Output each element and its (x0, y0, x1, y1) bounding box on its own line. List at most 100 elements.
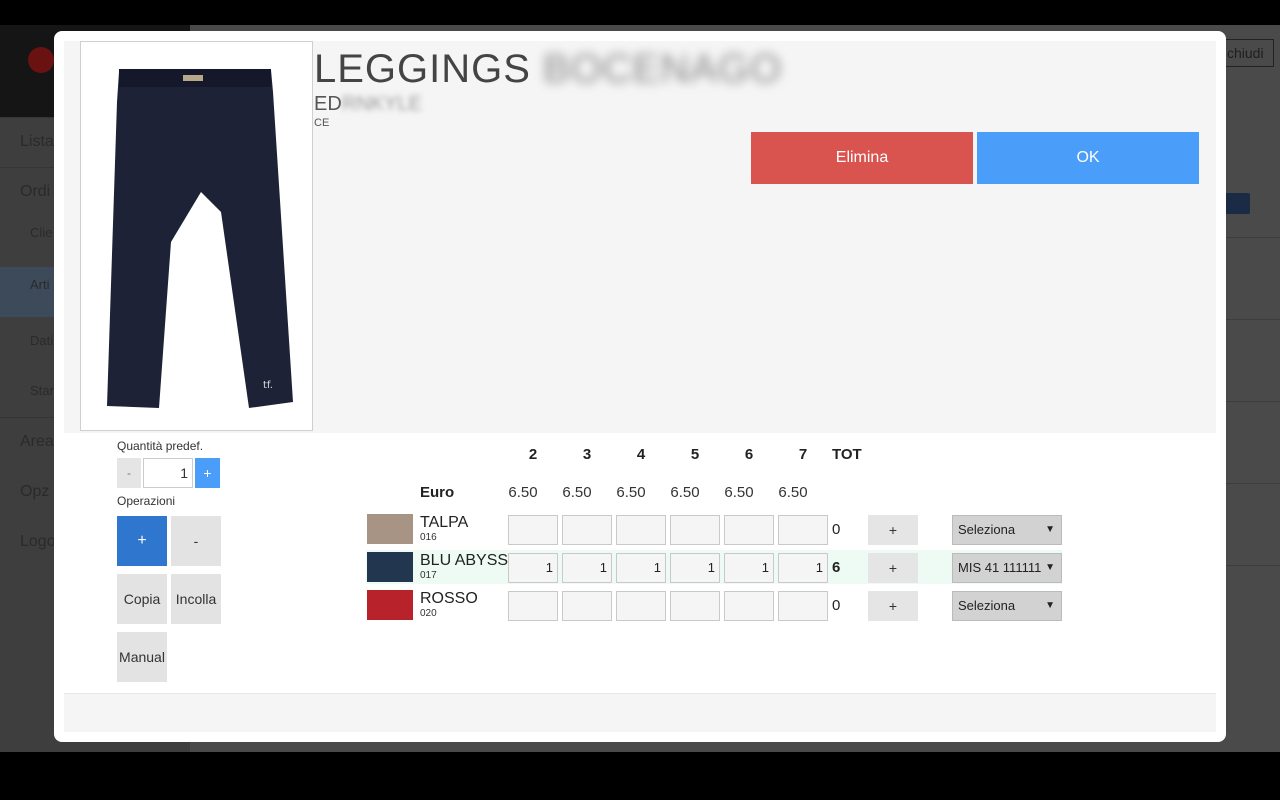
bg-close-button: chiudi (1222, 39, 1274, 67)
price-size-3: 6.50 (562, 484, 592, 501)
row-select-value: Seleziona (958, 598, 1016, 613)
qty-increment-button[interactable]: + (195, 458, 220, 488)
bg-row-divider (1222, 401, 1280, 402)
row-add-button[interactable]: + (868, 591, 918, 621)
bg-row-divider (1222, 319, 1280, 320)
bg-row-divider (1222, 565, 1280, 566)
row-add-button[interactable]: + (868, 553, 918, 583)
product-subtitle-blurred: RNKYLE (341, 93, 422, 115)
bg-sub-clienti: Clie (30, 225, 53, 240)
row-select[interactable]: Seleziona ▼ (952, 591, 1062, 621)
op-subtract-button[interactable]: - (171, 516, 221, 566)
size-header-5: 5 (690, 446, 700, 463)
logo-icon (28, 47, 54, 73)
delete-button[interactable]: Elimina (751, 132, 973, 184)
qty-cell[interactable]: 1 (562, 553, 612, 583)
size-header-7: 7 (798, 446, 808, 463)
bg-menu-logout: Logo (20, 533, 56, 550)
row-add-button[interactable]: + (868, 515, 918, 545)
qty-cell[interactable] (778, 515, 828, 545)
caret-down-icon: ▼ (1045, 600, 1055, 611)
size-header-6: 6 (744, 446, 754, 463)
bg-row-divider (1222, 237, 1280, 238)
price-size-6: 6.50 (724, 484, 754, 501)
row-select-value: MIS 41 111111 (958, 560, 1042, 575)
qty-cell[interactable] (670, 515, 720, 545)
product-category: CE (314, 117, 330, 129)
default-qty-label: Quantità predef. (117, 439, 204, 453)
modal-header: tf. LEGGINGS BOCENAGO EDRNKYLE CE Elimina… (64, 41, 1216, 433)
qty-cell[interactable] (562, 515, 612, 545)
qty-cell[interactable] (778, 591, 828, 621)
qty-cell[interactable] (724, 591, 774, 621)
bg-blue-header (1222, 193, 1250, 214)
color-code: 016 (420, 532, 437, 543)
system-top-bar (0, 0, 1280, 25)
row-total: 0 (832, 521, 841, 538)
qty-cell[interactable] (562, 591, 612, 621)
color-name: ROSSO (420, 590, 478, 607)
qty-decrement-button[interactable]: - (117, 458, 141, 488)
row-total: 6 (832, 559, 841, 576)
qty-cell[interactable]: 1 (778, 553, 828, 583)
product-subtitle-text: ED (314, 93, 342, 115)
tot-header: TOT (832, 446, 862, 463)
color-swatch-rosso (367, 590, 413, 620)
size-header-3: 3 (582, 446, 592, 463)
modal-footer (64, 693, 1216, 732)
product-image: tf. (80, 41, 313, 431)
qty-cell[interactable] (616, 591, 666, 621)
manual-button[interactable]: Manual (117, 632, 167, 682)
price-size-2: 6.50 (508, 484, 538, 501)
op-add-button[interactable]: + (117, 516, 167, 566)
operations-label: Operazioni (117, 494, 176, 508)
bg-menu-area: Area (20, 433, 54, 450)
bg-sub-articoli: Arti (30, 277, 50, 292)
bg-menu-lista: Lista (20, 133, 54, 150)
product-subtitle: EDRNKYLE (314, 93, 422, 116)
qty-cell[interactable] (670, 591, 720, 621)
qty-cell[interactable] (508, 515, 558, 545)
color-name: TALPA (420, 514, 469, 531)
product-title-text: LEGGINGS (314, 47, 531, 91)
price-label: Euro (420, 484, 455, 501)
paste-button[interactable]: Incolla (171, 574, 221, 624)
qty-cell[interactable]: 1 (724, 553, 774, 583)
bg-sub-stampa: Stan (30, 383, 57, 398)
price-size-4: 6.50 (616, 484, 646, 501)
color-name: BLU ABYSS (420, 552, 509, 569)
qty-cell[interactable]: 1 (670, 553, 720, 583)
qty-cell[interactable] (508, 591, 558, 621)
product-title-blurred: BOCENAGO (542, 47, 783, 91)
bg-sub-dati: Dati (30, 333, 54, 348)
row-select[interactable]: Seleziona ▼ (952, 515, 1062, 545)
size-header-2: 2 (528, 446, 538, 463)
price-size-5: 6.50 (670, 484, 700, 501)
size-header-4: 4 (636, 446, 646, 463)
bg-row-divider (1222, 483, 1280, 484)
qty-cell[interactable]: 1 (616, 553, 666, 583)
default-qty-input[interactable]: 1 (143, 458, 193, 488)
product-modal: tf. LEGGINGS BOCENAGO EDRNKYLE CE Elimina… (54, 31, 1226, 742)
row-select-value: Seleziona (958, 522, 1016, 537)
row-total: 0 (832, 597, 841, 614)
bg-menu-ordini: Ordi (20, 183, 51, 200)
leggings-image: tf. (107, 69, 293, 408)
caret-down-icon: ▼ (1045, 562, 1055, 573)
system-bottom-bar (0, 752, 1280, 800)
caret-down-icon: ▼ (1045, 524, 1055, 535)
color-code: 017 (420, 570, 437, 581)
color-swatch-talpa (367, 514, 413, 544)
bg-menu-opzioni: Opz (20, 483, 50, 500)
qty-cell[interactable]: 1 (508, 553, 558, 583)
copy-button[interactable]: Copia (117, 574, 167, 624)
ok-button[interactable]: OK (977, 132, 1199, 184)
qty-cell[interactable] (724, 515, 774, 545)
color-swatch-blu-abyss (367, 552, 413, 582)
screen: Lista Ordi Clie Arti Dati Stan Area Opz … (0, 0, 1280, 800)
qty-cell[interactable] (616, 515, 666, 545)
row-select[interactable]: MIS 41 111111 ▼ (952, 553, 1062, 583)
price-size-7: 6.50 (778, 484, 808, 501)
color-code: 020 (420, 608, 437, 619)
product-title: LEGGINGS BOCENAGO (314, 47, 782, 92)
